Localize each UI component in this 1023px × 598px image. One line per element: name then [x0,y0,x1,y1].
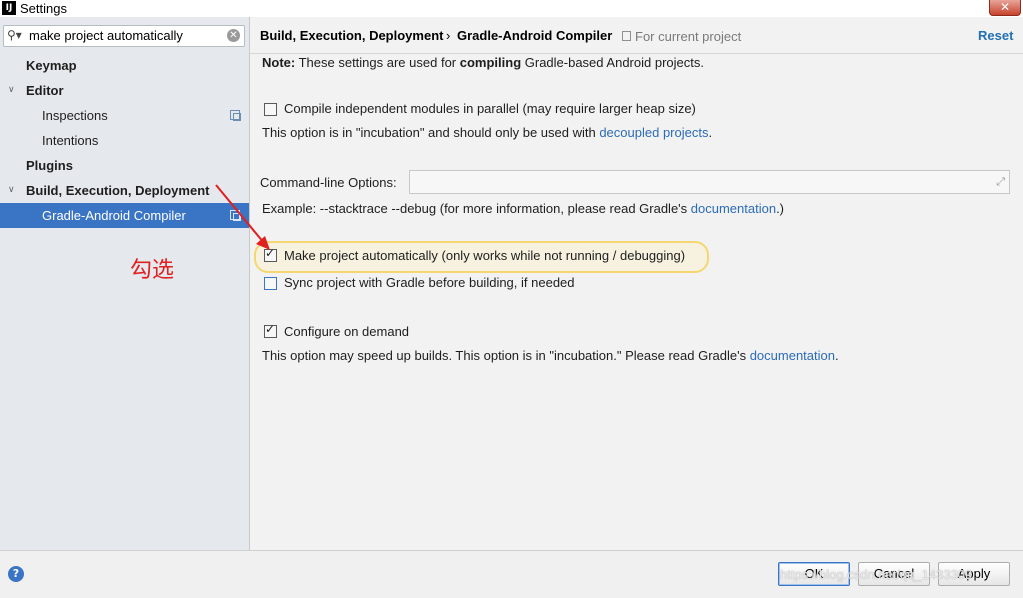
intellij-app-icon: IJ [2,1,16,15]
configure-hint: This option may speed up builds. This op… [262,348,839,363]
parallel-hint-end: . [708,125,713,140]
breadcrumb-separator: › [446,28,451,43]
watermark: https://blog.csdn.net/qq_1433309 [780,567,973,582]
sidebar-item-label: Keymap [26,58,77,73]
annotation-text: 勾选 [130,258,175,283]
sidebar-item-keymap[interactable]: Keymap [0,53,249,78]
sidebar-item-label: Inspections [42,108,108,123]
window-titlebar: IJ Settings ✕ [0,0,1023,17]
parallel-checkbox-label[interactable]: Compile independent modules in parallel … [284,101,696,116]
search-input-value: make project automatically [29,28,183,43]
clear-search-icon[interactable]: ✕ [227,29,240,42]
sidebar-item-label: Build, Execution, Deployment [26,183,210,198]
chevron-down-icon[interactable]: ∨ [8,78,15,103]
parallel-checkbox[interactable] [264,103,277,116]
sidebar-item-label: Intentions [42,133,99,148]
close-icon: ✕ [999,0,1011,14]
sidebar-item-plugins[interactable]: Plugins [0,153,249,178]
close-button[interactable]: ✕ [989,0,1021,16]
sidebar-item-inspections[interactable]: Inspections [0,103,249,128]
project-scope-icon [622,31,631,41]
note-text: Note: These settings are used for compil… [262,55,704,70]
parallel-hint-text: This option is in "incubation" and shoul… [262,125,600,140]
sidebar-item-build-execution-deployment[interactable]: ∨ Build, Execution, Deployment [0,178,249,203]
configure-on-demand-checkbox[interactable] [264,322,277,338]
breadcrumb-parent: Build, Execution, Deployment [260,28,444,43]
command-line-example: Example: --stacktrace --debug (for more … [262,201,784,216]
window-title: Settings [20,1,67,16]
search-icon: ⚲▾ [7,28,22,42]
decoupled-projects-link[interactable]: decoupled projects [599,125,708,140]
example-text: Example: --stacktrace --debug (for more … [262,201,691,216]
configure-on-demand-label[interactable]: Configure on demand [284,324,409,339]
note-pre: These settings are used for [295,55,460,70]
sidebar-item-intentions[interactable]: Intentions [0,128,249,153]
make-project-automatically-checkbox[interactable] [264,246,277,262]
make-project-automatically-label[interactable]: Make project automatically (only works w… [284,248,685,263]
reset-link[interactable]: Reset [978,28,1013,43]
settings-content-panel: Build, Execution, Deployment › Gradle-An… [250,17,1023,550]
search-input[interactable]: ⚲▾ make project automatically ✕ [3,25,245,47]
sidebar-item-label: Plugins [26,158,73,173]
command-line-options-field[interactable]: ⤢ [409,170,1010,194]
settings-sidebar: ⚲▾ make project automatically ✕ Keymap ∨… [0,17,250,550]
chevron-down-icon[interactable]: ∨ [8,178,15,203]
example-end: .) [776,201,785,216]
sidebar-item-label: Gradle-Android Compiler [42,208,186,223]
configure-hint-end: . [834,348,839,363]
settings-header: Build, Execution, Deployment › Gradle-An… [250,17,1023,54]
expand-icon[interactable]: ⤢ [996,175,1005,189]
note-bold: compiling [459,55,522,70]
project-scope-icon [230,210,241,221]
sidebar-item-editor[interactable]: ∨ Editor [0,78,249,103]
documentation-link[interactable]: documentation [750,348,835,363]
configure-hint-text: This option may speed up builds. This op… [262,348,750,363]
sync-project-checkbox[interactable] [264,277,277,290]
note-label: Note: [262,55,296,70]
note-post: Gradle-based Android projects. [521,55,704,70]
scope-label: For current project [635,29,742,44]
sync-project-label[interactable]: Sync project with Gradle before building… [284,275,575,290]
help-icon[interactable]: ? [8,566,24,582]
documentation-link[interactable]: documentation [691,201,776,216]
breadcrumb-current: Gradle-Android Compiler [457,28,613,43]
project-scope-icon [230,110,241,121]
dialog-footer: ? OK Cancel Apply https://blog.csdn.net/… [0,550,1023,598]
sidebar-item-gradle-android-compiler[interactable]: Gradle-Android Compiler [0,203,249,228]
command-line-label: Command-line Options: [260,175,397,190]
parallel-hint: This option is in "incubation" and shoul… [262,125,712,140]
sidebar-item-label: Editor [26,83,64,98]
